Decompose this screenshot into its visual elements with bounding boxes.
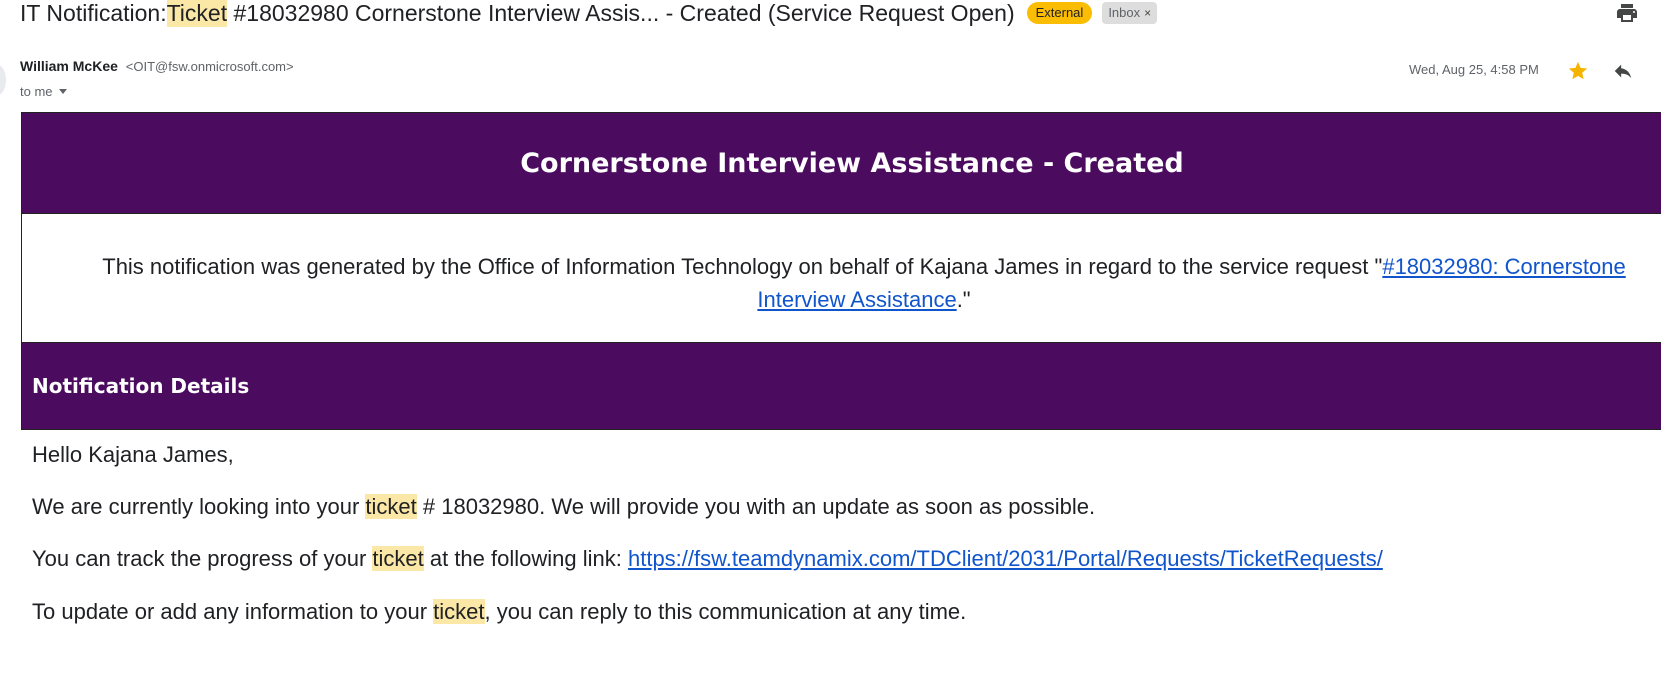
subject-prefix: IT Notification: (20, 0, 167, 26)
email-banner: Cornerstone Interview Assistance - Creat… (22, 113, 1661, 214)
details-title: Notification Details (32, 374, 250, 398)
recipient-label: to me (20, 84, 53, 99)
chevron-down-icon[interactable] (58, 89, 67, 94)
notice-text: This notification was generated by the O… (102, 254, 1383, 279)
inbox-label[interactable]: Inbox × (1102, 2, 1158, 24)
subject-highlight: Ticket (166, 0, 228, 27)
line1-text-end: # 18032980. We will provide you with an … (416, 494, 1096, 519)
message-line: To update or add any information to your… (32, 599, 966, 625)
print-icon[interactable] (1614, 1, 1640, 25)
line3-text: To update or add any information to your (32, 599, 434, 624)
line2-highlight: ticket (372, 546, 424, 571)
line1-highlight: ticket (365, 494, 417, 519)
greeting: Hello Kajana James, (32, 442, 234, 467)
line3-text-end: , you can reply to this communication at… (484, 599, 967, 624)
sender-line: William McKee <OIT@fsw.onmicrosoft.com> (20, 58, 294, 74)
line1-text: We are currently looking into your (32, 494, 366, 519)
tracking-link[interactable]: https://fsw.teamdynamix.com/TDClient/203… (628, 546, 1383, 571)
subject-suffix: #18032980 Cornerstone Interview Assis...… (227, 0, 1015, 26)
notice-paragraph: This notification was generated by the O… (22, 214, 1661, 343)
inbox-label-text: Inbox (1108, 5, 1141, 20)
banner-title: Cornerstone Interview Assistance - Creat… (520, 147, 1184, 179)
details-header: Notification Details (22, 343, 1661, 430)
email-subject: IT Notification: Ticket #18032980 Corner… (20, 0, 1620, 28)
close-icon[interactable]: × (1144, 6, 1151, 20)
sender-email: <OIT@fsw.onmicrosoft.com> (125, 59, 294, 74)
email-body: Cornerstone Interview Assistance - Creat… (21, 112, 1661, 624)
reply-icon[interactable] (1611, 60, 1635, 82)
line2-text-mid: at the following link: (423, 546, 628, 571)
external-badge: External (1026, 2, 1093, 24)
email-date: Wed, Aug 25, 4:58 PM (1409, 62, 1539, 77)
avatar[interactable] (0, 64, 6, 96)
notice-end: ." (956, 287, 971, 312)
message-line: We are currently looking into your ticke… (32, 494, 1095, 520)
recipient-dropdown[interactable]: to me (20, 84, 67, 99)
star-icon[interactable] (1567, 60, 1589, 82)
sender-name[interactable]: William McKee (20, 58, 118, 74)
line2-text: You can track the progress of your (32, 546, 373, 571)
line3-highlight: ticket (433, 599, 485, 624)
message-line: You can track the progress of your ticke… (32, 546, 1383, 572)
